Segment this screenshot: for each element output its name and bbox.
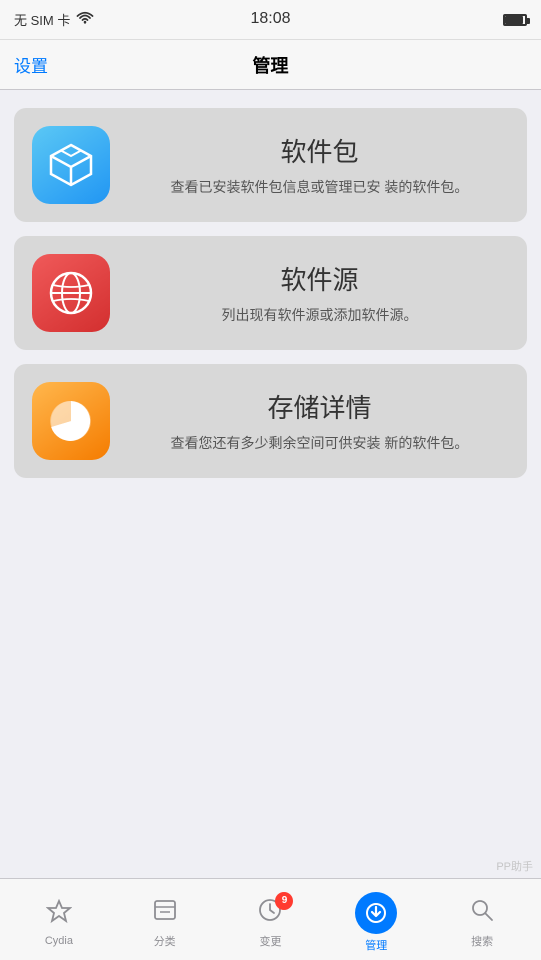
status-carrier: 无 SIM 卡: [14, 10, 94, 29]
watermark: PP助手: [496, 858, 533, 874]
search-icon: [469, 897, 495, 930]
tab-cydia[interactable]: Cydia: [24, 893, 94, 947]
page-title: 管理: [253, 52, 289, 78]
clock-icon: 9: [257, 897, 283, 930]
changes-badge: 9: [275, 892, 293, 910]
tab-changes[interactable]: 9 变更: [235, 891, 305, 949]
packages-title: 软件包: [130, 132, 509, 169]
storage-icon: [32, 382, 110, 460]
globe-svg: [45, 267, 97, 319]
carrier-text: 无 SIM 卡: [14, 10, 70, 29]
tab-categories[interactable]: 分类: [130, 891, 200, 949]
tab-cydia-label: Cydia: [45, 935, 73, 947]
main-content: 软件包 查看已安装软件包信息或管理已安 装的软件包。 软件源 列出现有软件源或添…: [0, 90, 541, 496]
status-bar: 无 SIM 卡 18:08: [0, 0, 541, 40]
packages-card[interactable]: 软件包 查看已安装软件包信息或管理已安 装的软件包。: [14, 108, 527, 222]
storage-desc: 查看您还有多少剩余空间可供安装 新的软件包。: [130, 433, 509, 454]
tab-categories-label: 分类: [154, 933, 176, 949]
tab-changes-label: 变更: [259, 933, 281, 949]
sources-desc: 列出现有软件源或添加软件源。: [130, 305, 509, 326]
status-time: 18:08: [250, 10, 290, 28]
storage-card[interactable]: 存储详情 查看您还有多少剩余空间可供安装 新的软件包。: [14, 364, 527, 478]
back-button[interactable]: 设置: [14, 52, 48, 77]
packages-icon: [32, 126, 110, 204]
wifi-icon: [76, 11, 94, 29]
sources-card[interactable]: 软件源 列出现有软件源或添加软件源。: [14, 236, 527, 350]
packages-desc: 查看已安装软件包信息或管理已安 装的软件包。: [130, 177, 509, 198]
packages-text: 软件包 查看已安装软件包信息或管理已安 装的软件包。: [130, 132, 509, 198]
tab-bar: Cydia 分类 9 变更: [0, 878, 541, 960]
sources-title: 软件源: [130, 260, 509, 297]
pie-svg: [45, 395, 97, 447]
box-svg: [45, 139, 97, 191]
status-battery: [503, 14, 527, 26]
manage-icon-circle: [355, 892, 397, 934]
sources-icon: [32, 254, 110, 332]
tab-manage-label: 管理: [365, 937, 387, 953]
storage-title: 存储详情: [130, 388, 509, 425]
list-icon: [152, 897, 178, 930]
sources-text: 软件源 列出现有软件源或添加软件源。: [130, 260, 509, 326]
star-icon: [46, 899, 72, 932]
battery-icon: [503, 14, 527, 26]
tab-search-label: 搜索: [471, 933, 493, 949]
tab-search[interactable]: 搜索: [447, 891, 517, 949]
storage-text: 存储详情 查看您还有多少剩余空间可供安装 新的软件包。: [130, 388, 509, 454]
nav-bar: 设置 管理: [0, 40, 541, 90]
tab-manage[interactable]: 管理: [341, 886, 411, 953]
